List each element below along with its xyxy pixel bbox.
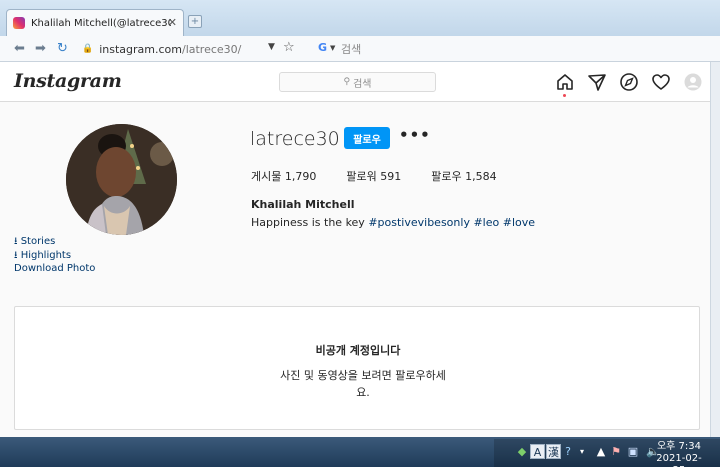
url-host: instagram.com (99, 42, 182, 56)
action-center-flag-icon[interactable]: ⚑ (610, 446, 622, 458)
profile-avatar-icon[interactable] (683, 72, 703, 92)
instagram-header: Instagram ⚲ 검색 (0, 62, 710, 102)
reload-icon[interactable]: ↻ (57, 41, 68, 56)
notification-dot (563, 94, 566, 97)
stat-label: 팔로우 (431, 170, 462, 183)
taskbar-clock[interactable]: 오후 7:34 2021-02-25 (650, 441, 708, 467)
profile-avatar[interactable] (66, 124, 177, 235)
highlights-label: Highlights (20, 249, 72, 261)
search-engine-dropdown-icon[interactable]: ▼ (330, 44, 335, 52)
bio-text: Happiness is the key (251, 216, 369, 229)
bio-hashtag[interactable]: #love (503, 216, 535, 229)
browser-tab[interactable]: Khalilah Mitchell(@latrece30) • Instagra… (6, 9, 184, 36)
lock-icon: 🔒 (82, 44, 94, 54)
download-icon: ⭳ (14, 249, 18, 261)
download-photo-link[interactable]: Download Photo (14, 262, 95, 276)
instagram-page: Instagram ⚲ 검색 ⭳ Stories ⭳ Highlights Do… (0, 62, 710, 437)
browser-tab-strip: Khalilah Mitchell(@latrece30) • Instagra… (0, 0, 720, 36)
direct-message-icon[interactable] (587, 72, 607, 92)
bio-hashtag[interactable]: #leo (473, 216, 499, 229)
stat-value: 1,790 (284, 170, 317, 183)
stat-label: 게시물 (251, 170, 282, 183)
profile-username: latrece30 (250, 128, 340, 150)
show-hidden-icons-icon[interactable]: ▲ (595, 446, 607, 458)
instagram-favicon-icon (13, 17, 25, 29)
ime-options-icon[interactable]: ▾ (576, 446, 588, 458)
tab-title: Khalilah Mitchell(@latrece30) • Instagra… (31, 17, 171, 29)
ime-hanja-icon[interactable]: 漢 (546, 444, 561, 459)
follow-button[interactable]: 팔로우 (344, 127, 390, 149)
bio-hashtag[interactable]: #postivevibesonly (368, 216, 470, 229)
stories-download-link[interactable]: ⭳ Stories (14, 235, 95, 249)
stories-label: Stories (20, 236, 56, 247)
stat-followers[interactable]: 팔로워 591 (346, 168, 401, 184)
network-tray-icon[interactable]: ◆ (516, 446, 528, 458)
browser-navbar: ⬅ ➡ ↻ 🔒 instagram.com/latrece30/ ▼ ☆ G ▼… (0, 36, 720, 62)
clock-time: 오후 7:34 (656, 441, 702, 452)
profile-full-name: Khalilah Mitchell (251, 198, 355, 211)
search-placeholder: 검색 (353, 78, 372, 90)
highlights-download-link[interactable]: ⭳ Highlights (14, 249, 95, 263)
stat-label: 팔로워 (346, 170, 377, 183)
google-search-icon[interactable]: G (318, 41, 327, 54)
more-options-icon[interactable]: ••• (399, 126, 431, 144)
page-scrollbar[interactable] (710, 62, 720, 437)
instagram-logo[interactable]: Instagram (14, 70, 122, 92)
private-text: 사진 및 동영상을 보려면 팔로우하세요. (280, 369, 446, 399)
profile-stats: 게시물 1,790 팔로워 591 팔로우 1,584 (251, 168, 527, 184)
explore-compass-icon[interactable] (619, 72, 639, 92)
stat-value: 591 (380, 170, 402, 183)
instagram-search-input[interactable]: ⚲ 검색 (279, 72, 436, 92)
private-title: 비공개 계정입니다 (315, 344, 401, 357)
search-icon: ⚲ (343, 77, 351, 87)
new-tab-button[interactable]: + (188, 15, 202, 28)
stat-value: 1,584 (465, 170, 497, 183)
browser-search-input[interactable]: 검색 (341, 41, 361, 57)
address-dropdown-icon[interactable]: ▼ (268, 42, 275, 52)
help-tray-icon[interactable]: ? (562, 446, 574, 458)
back-arrow-icon[interactable]: ⬅ (14, 41, 25, 56)
ime-mode-icon[interactable]: A (530, 444, 545, 459)
download-icon: ⭳ (14, 236, 18, 247)
display-tray-icon[interactable]: ▣ (627, 446, 639, 458)
profile-bio: Happiness is the key #postivevibesonly #… (251, 216, 535, 229)
stat-posts[interactable]: 게시물 1,790 (251, 168, 316, 184)
stat-following[interactable]: 팔로우 1,584 (431, 168, 496, 184)
profile-photo-icon (66, 124, 177, 235)
windows-taskbar: ◆ A 漢 ? ▾ ▲ ⚑ ▣ 🔈 오후 7:34 2021-02-25 (0, 437, 720, 467)
side-links: ⭳ Stories ⭳ Highlights Download Photo (14, 235, 95, 276)
home-icon[interactable] (555, 72, 575, 92)
activity-heart-icon[interactable] (651, 72, 671, 92)
clock-date: 2021-02-25 (656, 453, 702, 467)
tab-close-icon[interactable]: ✕ (168, 16, 177, 29)
url-path: /latrece30/ (181, 42, 242, 56)
private-account-notice: 비공개 계정입니다 사진 및 동영상을 보려면 팔로우하세요. (14, 306, 700, 430)
bookmark-star-icon[interactable]: ☆ (283, 40, 295, 55)
forward-arrow-icon[interactable]: ➡ (35, 41, 46, 56)
